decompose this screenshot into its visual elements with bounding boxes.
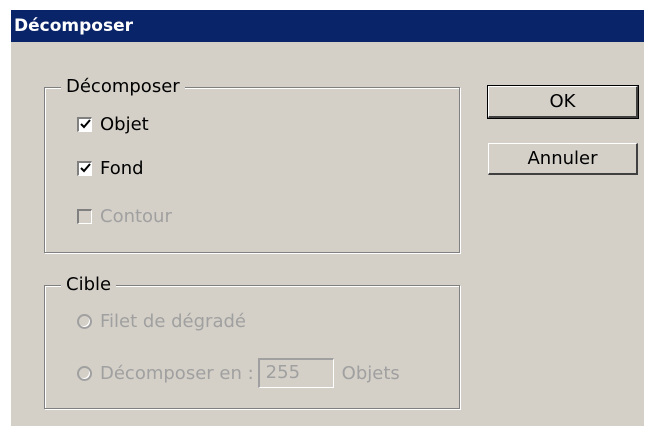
- decompose-dialog: Décomposer Décomposer Objet Fond Contour…: [10, 10, 644, 426]
- radio-decompose-into[interactable]: Décomposer en : 255 Objets: [77, 357, 400, 389]
- radio-filet-degrade[interactable]: Filet de dégradé: [77, 309, 246, 333]
- checkbox-objet-box[interactable]: [77, 116, 92, 132]
- decompose-group: Décomposer Objet Fond Contour: [44, 76, 460, 253]
- checkbox-objet[interactable]: Objet: [77, 112, 149, 136]
- decompose-group-legend: Décomposer: [61, 76, 185, 98]
- target-group-legend: Cible: [61, 274, 117, 296]
- target-group: Cible Filet de dégradé Décomposer en : 2…: [44, 274, 460, 409]
- radio-decompose-into-button[interactable]: [77, 365, 92, 381]
- checkbox-fond[interactable]: Fond: [77, 156, 144, 180]
- radio-filet-degrade-button[interactable]: [77, 313, 92, 329]
- checkbox-fond-label: Fond: [100, 157, 144, 179]
- object-count-input[interactable]: 255: [257, 358, 334, 388]
- checkbox-contour[interactable]: Contour: [77, 204, 172, 228]
- checkbox-objet-label: Objet: [100, 113, 149, 135]
- cancel-button[interactable]: Annuler: [488, 143, 638, 175]
- radio-decompose-into-label: Décomposer en :: [100, 362, 254, 384]
- checkbox-contour-box[interactable]: [77, 208, 92, 224]
- ok-button[interactable]: OK: [487, 85, 639, 119]
- checkbox-contour-label: Contour: [100, 205, 172, 227]
- checkmark-icon: [79, 119, 91, 129]
- checkmark-icon: [79, 163, 91, 173]
- object-count-unit: Objets: [341, 362, 400, 384]
- dialog-title: Décomposer: [11, 10, 644, 42]
- checkbox-fond-box[interactable]: [77, 160, 92, 176]
- radio-filet-degrade-label: Filet de dégradé: [100, 310, 246, 332]
